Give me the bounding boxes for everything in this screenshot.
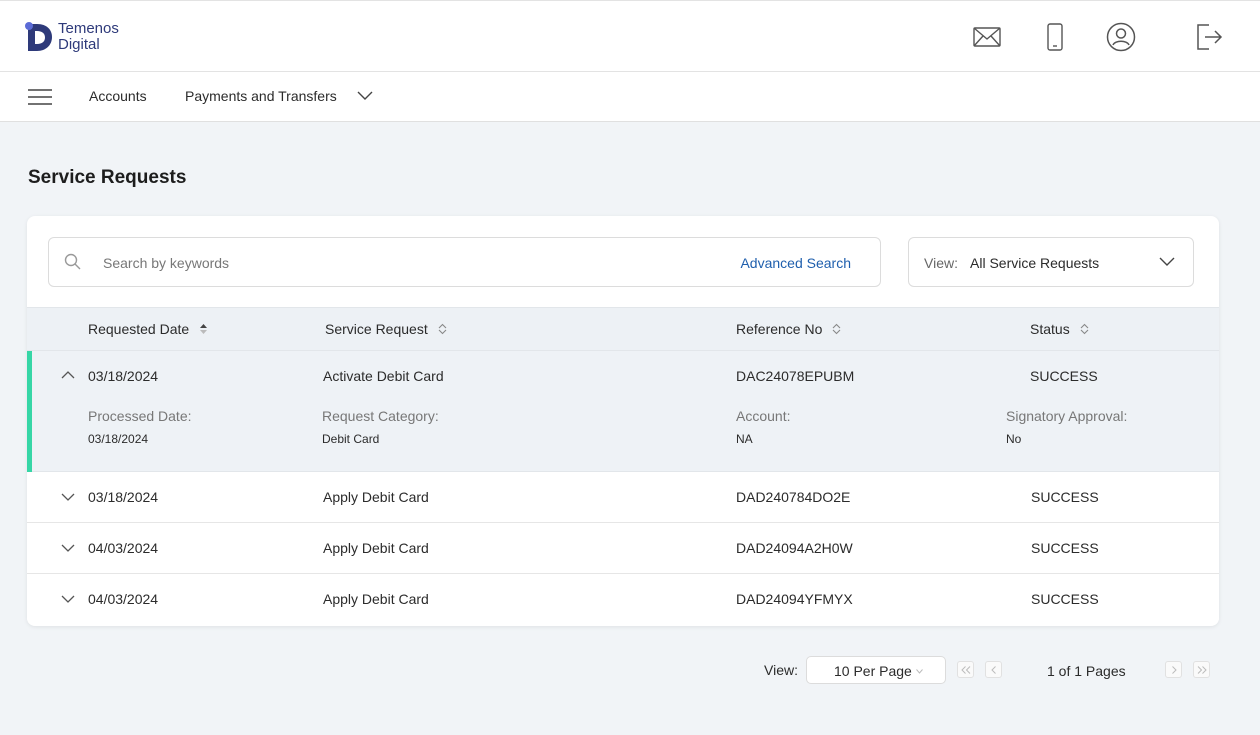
nav-bar: Accounts Payments and Transfers xyxy=(0,72,1260,122)
service-request: Apply Debit Card xyxy=(323,540,429,556)
double-chevron-right-icon xyxy=(1197,665,1207,674)
selected-row-indicator xyxy=(27,351,32,472)
temenos-logo[interactable]: Temenos Digital xyxy=(24,20,119,54)
account-value: NA xyxy=(736,432,753,446)
status-value: SUCCESS xyxy=(1031,540,1099,556)
mail-icon xyxy=(973,27,1001,47)
service-request: Activate Debit Card xyxy=(323,368,444,384)
chevron-down-icon[interactable] xyxy=(61,595,75,604)
first-page-button[interactable] xyxy=(957,661,974,678)
table-row-expanded[interactable]: 03/18/2024 Activate Debit Card DAC24078E… xyxy=(27,351,1219,472)
mobile-button[interactable] xyxy=(1040,21,1070,53)
logo-text: Temenos Digital xyxy=(58,21,119,53)
requested-date: 03/18/2024 xyxy=(88,489,159,505)
search-icon xyxy=(64,253,81,270)
column-label: Reference No xyxy=(736,321,823,337)
profile-button[interactable] xyxy=(1106,21,1136,53)
logo-mark-icon xyxy=(25,22,52,51)
double-chevron-left-icon xyxy=(960,665,970,674)
table-row[interactable]: 03/18/2024 Apply Debit Card DAD240784DO2… xyxy=(27,472,1219,523)
status-value: SUCCESS xyxy=(1030,368,1098,384)
signatory-approval-value: No xyxy=(1006,432,1022,446)
service-request: Apply Debit Card xyxy=(323,591,429,607)
per-page-value: 10 Per Page xyxy=(834,663,912,679)
logout-button[interactable] xyxy=(1194,21,1224,53)
previous-page-button[interactable] xyxy=(985,661,1002,678)
nav-item-accounts[interactable]: Accounts xyxy=(89,88,147,104)
table-header: Requested Date Service Request Reference… xyxy=(27,307,1219,351)
page-info: 1 of 1 Pages xyxy=(1047,663,1126,679)
mobile-icon xyxy=(1047,23,1063,51)
view-filter-dropdown[interactable]: View: All Service Requests xyxy=(908,237,1194,287)
processed-date-label: Processed Date: xyxy=(88,408,192,424)
reference-no: DAD24094YFMYX xyxy=(736,591,853,607)
service-request: Apply Debit Card xyxy=(323,489,429,505)
top-header: Temenos Digital xyxy=(0,0,1260,72)
advanced-search-link[interactable]: Advanced Search xyxy=(740,255,851,271)
chevron-left-icon xyxy=(990,665,996,674)
requested-date: 04/03/2024 xyxy=(88,591,159,607)
request-category-value: Debit Card xyxy=(322,432,380,446)
nav-item-label: Payments and Transfers xyxy=(185,88,337,104)
sort-active-icon xyxy=(200,324,208,334)
column-header-requested-date[interactable]: Requested Date xyxy=(88,321,208,337)
sort-icon xyxy=(1080,323,1089,335)
requested-date: 03/18/2024 xyxy=(88,368,159,384)
status-value: SUCCESS xyxy=(1031,489,1099,505)
signatory-approval-label: Signatory Approval: xyxy=(1006,408,1128,424)
user-profile-icon xyxy=(1106,22,1136,52)
request-category-label: Request Category: xyxy=(322,408,439,424)
sort-icon xyxy=(833,323,841,335)
brand-line-2: Digital xyxy=(58,36,100,53)
view-filter-value: All Service Requests xyxy=(970,255,1100,271)
reference-no: DAD240784DO2E xyxy=(736,489,851,505)
column-header-reference-no[interactable]: Reference No xyxy=(736,321,841,337)
search-bar: Advanced Search xyxy=(48,237,881,287)
per-page-dropdown[interactable]: 10 Per Page xyxy=(806,656,946,684)
page-title: Service Requests xyxy=(28,167,187,188)
next-page-button[interactable] xyxy=(1165,661,1182,678)
chevron-down-icon[interactable] xyxy=(61,493,75,502)
search-input[interactable] xyxy=(103,250,663,276)
chevron-up-icon[interactable] xyxy=(61,370,75,379)
column-label: Status xyxy=(1030,321,1070,337)
table-row[interactable]: 04/03/2024 Apply Debit Card DAD24094YFMY… xyxy=(27,574,1219,625)
chevron-down-icon xyxy=(357,91,373,100)
reference-no: DAD24094A2H0W xyxy=(736,540,853,556)
nav-item-payments-and-transfers[interactable]: Payments and Transfers xyxy=(185,88,373,104)
last-page-button[interactable] xyxy=(1193,661,1210,678)
pagination-view-label: View: xyxy=(764,662,798,678)
brand-line-1: Temenos xyxy=(58,20,119,37)
table-row[interactable]: 04/03/2024 Apply Debit Card DAD24094A2H0… xyxy=(27,523,1219,574)
status-value: SUCCESS xyxy=(1031,591,1099,607)
hamburger-menu-icon[interactable] xyxy=(28,89,52,105)
chevron-right-icon xyxy=(1171,665,1177,674)
view-filter-label: View: xyxy=(924,255,958,271)
column-label: Service Request xyxy=(325,321,428,337)
chevron-down-icon xyxy=(916,669,923,674)
chevron-down-icon xyxy=(1159,257,1175,266)
logout-icon xyxy=(1197,24,1223,50)
column-header-service-request[interactable]: Service Request xyxy=(325,321,447,337)
sort-icon xyxy=(438,323,447,335)
column-label: Requested Date xyxy=(88,321,190,337)
chevron-down-icon[interactable] xyxy=(61,544,75,553)
processed-date-value: 03/18/2024 xyxy=(88,432,149,446)
requested-date: 04/03/2024 xyxy=(88,540,159,556)
service-requests-card: Advanced Search View: All Service Reques… xyxy=(27,216,1219,626)
reference-no: DAC24078EPUBM xyxy=(736,368,855,384)
mail-button[interactable] xyxy=(972,21,1002,53)
column-header-status[interactable]: Status xyxy=(1030,321,1089,337)
account-label: Account: xyxy=(736,408,791,424)
